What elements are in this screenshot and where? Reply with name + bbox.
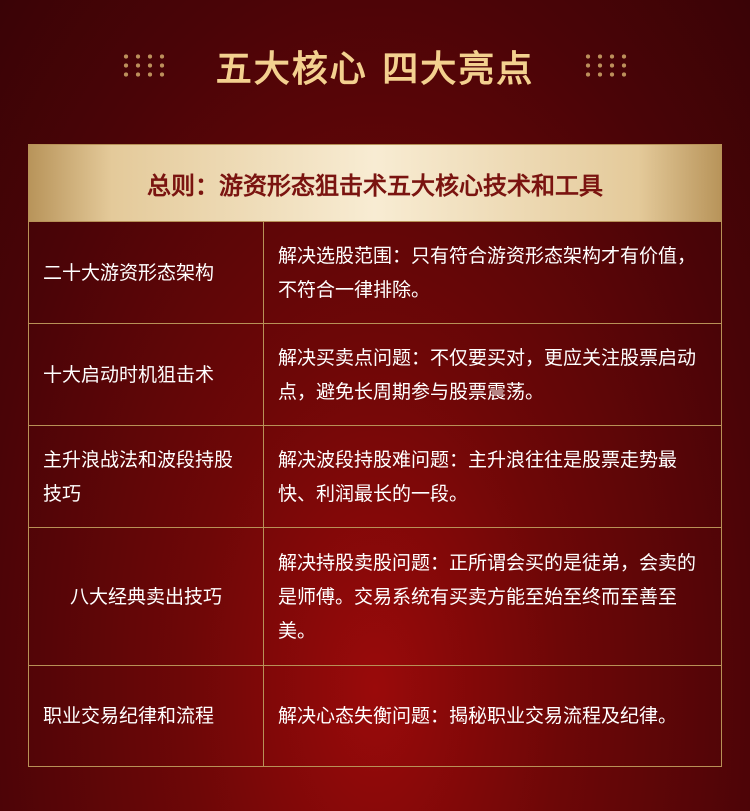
- core-table: 总则：游资形态狙击术五大核心技术和工具 二十大游资形态架构 解决选股范围：只有符…: [28, 144, 722, 767]
- row-label: 主升浪战法和波段持股技巧: [29, 426, 264, 527]
- table-row: 八大经典卖出技巧 解决持股卖股问题：正所谓会买的是徒弟，会卖的是师傅。交易系统有…: [29, 528, 721, 666]
- table-row: 十大启动时机狙击术 解决买卖点问题：不仅要买对，更应关注股票启动点，避免长周期参…: [29, 324, 721, 426]
- row-description: 解决心态失衡问题：揭秘职业交易流程及纪律。: [278, 705, 678, 727]
- row-label: 职业交易纪律和流程: [29, 666, 264, 766]
- page-title: 五大核心 四大亮点: [215, 48, 535, 90]
- header: 五大核心 四大亮点: [0, 38, 750, 94]
- row-description: 解决买卖点问题：不仅要买对，更应关注股票启动点，避免长周期参与股票震荡。: [278, 346, 697, 403]
- table-row: 主升浪战法和波段持股技巧 解决波段持股难问题：主升浪往往是股票走势最快、利润最长…: [29, 426, 721, 528]
- row-description: 解决选股范围：只有符合游资形态架构才有价值，不符合一律排除。: [278, 244, 697, 301]
- row-label: 八大经典卖出技巧: [29, 528, 264, 665]
- left-dots-ornament: [119, 52, 168, 80]
- row-label: 二十大游资形态架构: [29, 222, 264, 323]
- table-banner: 总则：游资形态狙击术五大核心技术和工具: [29, 145, 721, 222]
- row-description: 解决波段持股难问题：主升浪往往是股票走势最快、利润最长的一段。: [278, 448, 678, 505]
- row-label: 十大启动时机狙击术: [29, 324, 264, 425]
- table-row: 二十大游资形态架构 解决选股范围：只有符合游资形态架构才有价值，不符合一律排除。: [29, 222, 721, 324]
- banner-text: 总则：游资形态狙击术五大核心技术和工具: [147, 171, 603, 200]
- table-row: 职业交易纪律和流程 解决心态失衡问题：揭秘职业交易流程及纪律。: [29, 666, 721, 766]
- row-description: 解决持股卖股问题：正所谓会买的是徒弟，会卖的是师傅。交易系统有买卖方能至始至终而…: [278, 551, 697, 642]
- right-dots-ornament: [582, 52, 631, 80]
